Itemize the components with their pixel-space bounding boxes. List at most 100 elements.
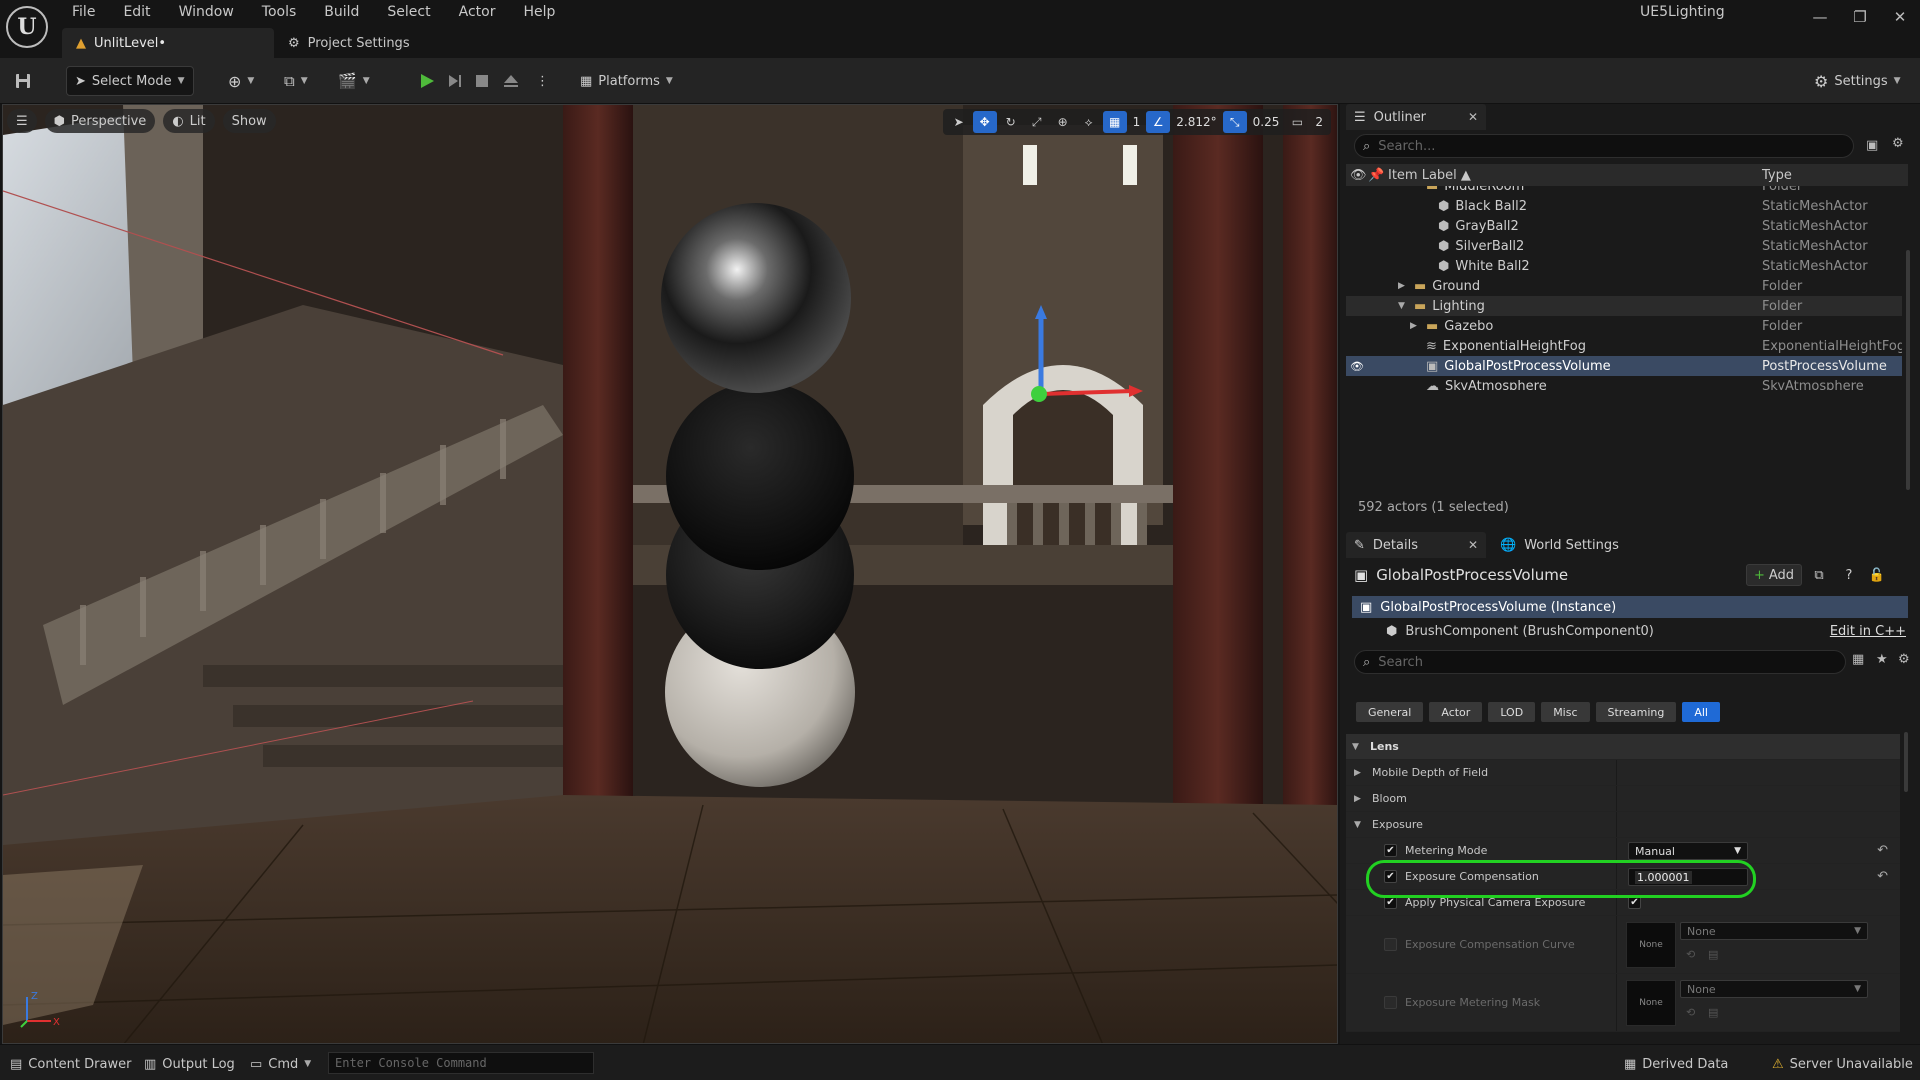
angle-snap-value[interactable]: 2.812°	[1172, 115, 1220, 129]
camera-speed-icon[interactable]: ▭	[1285, 111, 1309, 133]
browse-arrow-icon[interactable]: ⟲	[1686, 1006, 1695, 1019]
perspective-button[interactable]: ⬢ Perspective	[44, 109, 156, 133]
filter-lod[interactable]: LOD	[1488, 702, 1536, 722]
table-view-icon[interactable]: ▦	[1852, 652, 1864, 667]
viewport-menu-button[interactable]: ☰	[7, 109, 37, 133]
output-log-button[interactable]: ▥ Output Log	[144, 1053, 235, 1075]
exposure-curve-dropdown[interactable]: None ▼	[1680, 922, 1868, 940]
section-mobile-dof[interactable]: ▶ Mobile Depth of Field	[1346, 760, 1900, 786]
reset-to-default-icon[interactable]: ↶	[1877, 843, 1888, 858]
tab-outliner[interactable]: ☰ Outliner ✕	[1346, 104, 1486, 130]
metering-mask-dropdown[interactable]: None ▼	[1680, 980, 1868, 998]
filter-misc[interactable]: Misc	[1541, 702, 1590, 722]
restore-icon[interactable]: ❐	[1840, 0, 1880, 34]
menu-tools[interactable]: Tools	[248, 2, 311, 22]
section-exposure[interactable]: ▼ Exposure	[1346, 812, 1900, 838]
angle-snap-icon[interactable]: ∠	[1146, 111, 1171, 133]
outliner-row[interactable]: ▶ ▬ Gazebo Folder	[1346, 316, 1902, 336]
outliner-row[interactable]: ⬢ GrayBall2 StaticMeshActor	[1346, 216, 1902, 236]
grid-snap-icon[interactable]: ▦	[1102, 111, 1127, 133]
exposure-compensation-checkbox[interactable]: ✔	[1384, 870, 1397, 883]
filter-all[interactable]: All	[1682, 702, 1720, 722]
exposure-curve-checkbox[interactable]	[1384, 938, 1397, 951]
metering-mode-checkbox[interactable]: ✔	[1384, 844, 1397, 857]
console-command-input[interactable]: Enter Console Command	[328, 1052, 594, 1074]
favorites-star-icon[interactable]: ★	[1876, 652, 1888, 667]
metering-mask-thumbnail[interactable]: None	[1626, 980, 1676, 1026]
close-icon[interactable]: ✕	[1468, 538, 1478, 552]
exposure-compensation-input[interactable]: 1.000001	[1628, 868, 1748, 886]
new-folder-icon[interactable]: ▣	[1866, 138, 1878, 153]
col-type[interactable]: Type	[1762, 168, 1792, 183]
cmd-dropdown[interactable]: ▭ Cmd ▼	[250, 1053, 311, 1075]
blueprint-button[interactable]: ⧉ ▼	[284, 66, 308, 96]
reset-to-default-icon[interactable]: ↶	[1877, 869, 1888, 884]
apply-physical-value-checkbox[interactable]: ✔	[1628, 896, 1641, 909]
outliner-row[interactable]: ▼ ▬ Lighting Folder	[1346, 296, 1902, 316]
menu-help[interactable]: Help	[509, 2, 569, 22]
play-button[interactable]	[418, 66, 436, 96]
metering-mode-dropdown[interactable]: Manual ▼	[1628, 842, 1748, 860]
stop-button[interactable]	[474, 66, 490, 96]
play-options-icon[interactable]: ⋮	[536, 66, 549, 96]
menu-window[interactable]: Window	[165, 2, 248, 22]
chevron-down-icon[interactable]: ▼	[1398, 301, 1408, 311]
save-icon[interactable]	[14, 66, 32, 96]
content-drawer-button[interactable]: ▤ Content Drawer	[10, 1053, 131, 1075]
scale-icon[interactable]: ⤢	[1025, 111, 1049, 133]
scale-snap-value[interactable]: 0.25	[1249, 115, 1284, 129]
tab-unlit-level[interactable]: ▲ UnlitLevel•	[62, 28, 274, 58]
camera-speed-value[interactable]: 2	[1311, 115, 1327, 129]
minimize-icon[interactable]: —	[1800, 0, 1840, 34]
outliner-row[interactable]: ≋ ExponentialHeightFog ExponentialHeightFo…	[1346, 336, 1902, 356]
component-instance-row[interactable]: ▣ GlobalPostProcessVolume (Instance)	[1352, 596, 1908, 618]
grid-snap-value[interactable]: 1	[1129, 115, 1145, 129]
tab-details[interactable]: ✎ Details ✕	[1346, 532, 1486, 558]
details-settings-icon[interactable]: ⚙	[1898, 652, 1910, 667]
outliner-row[interactable]: 👁 ▣ GlobalPostProcessVolume PostProcessVolu…	[1346, 356, 1902, 376]
lock-icon[interactable]: 🔓	[1866, 564, 1888, 586]
outliner-row[interactable]: ⬢ SilverBall2 StaticMeshActor	[1346, 236, 1902, 256]
menu-file[interactable]: File	[58, 2, 109, 22]
scene-render[interactable]	[3, 105, 1338, 1044]
outliner-scrollbar[interactable]	[1906, 250, 1910, 490]
level-viewport[interactable]: ☰ ⬢ Perspective ◐ Lit Show ➤ ✥ ↻ ⤢ ⊕ ⟡ ▦…	[2, 104, 1338, 1044]
advance-frame-button[interactable]	[446, 66, 464, 96]
close-icon[interactable]: ✕	[1880, 0, 1920, 34]
translate-icon[interactable]: ✥	[972, 111, 997, 133]
col-item-label[interactable]: Item Label ▲	[1388, 168, 1762, 183]
section-lens[interactable]: ▼ Lens	[1346, 734, 1900, 760]
tab-world-settings[interactable]: 🌐 World Settings	[1492, 532, 1627, 558]
close-icon[interactable]: ✕	[1468, 110, 1478, 124]
select-arrow-icon[interactable]: ➤	[947, 111, 971, 133]
derived-data-button[interactable]: ▦ Derived Data	[1624, 1053, 1728, 1075]
edit-in-cpp-link[interactable]: Edit in C++	[1830, 624, 1906, 639]
filter-general[interactable]: General	[1356, 702, 1424, 722]
menu-actor[interactable]: Actor	[445, 2, 510, 22]
menu-build[interactable]: Build	[310, 2, 373, 22]
scale-snap-icon[interactable]: ⤡	[1222, 111, 1247, 133]
lit-button[interactable]: ◐ Lit	[163, 109, 215, 133]
menu-select[interactable]: Select	[373, 2, 444, 22]
platforms-dropdown[interactable]: ▦ Platforms ▼	[580, 66, 673, 96]
outliner-search-input[interactable]: ⌕ Search...	[1354, 134, 1854, 158]
add-content-button[interactable]: ⊕ ▼	[228, 66, 254, 96]
outliner-row[interactable]: ⬢ Black Ball2 StaticMeshActor	[1346, 196, 1902, 216]
visibility-eye-icon[interactable]: 👁	[1350, 360, 1364, 373]
browse-arrow-icon[interactable]: ⟲	[1686, 948, 1695, 961]
exposure-curve-thumbnail[interactable]: None	[1626, 922, 1676, 968]
source-control-button[interactable]: ⚠ Server Unavailable	[1772, 1053, 1913, 1075]
chevron-right-icon[interactable]: ▶	[1410, 321, 1420, 331]
help-icon[interactable]: ?	[1838, 564, 1860, 586]
browse-folder-icon[interactable]: ▤	[1708, 1006, 1718, 1019]
chevron-right-icon[interactable]: ▶	[1398, 281, 1408, 291]
details-search-input[interactable]: ⌕ Search	[1354, 650, 1846, 674]
show-button[interactable]: Show	[222, 109, 276, 133]
filter-streaming[interactable]: Streaming	[1595, 702, 1677, 722]
outliner-settings-icon[interactable]: ⚙	[1892, 136, 1904, 151]
outliner-row[interactable]: ⬢ White Ball2 StaticMeshActor	[1346, 256, 1902, 276]
filter-actor[interactable]: Actor	[1429, 702, 1483, 722]
add-component-button[interactable]: + Add	[1746, 564, 1802, 586]
outliner-row[interactable]: ☁ SkyAtmosphere SkyAtmosphere	[1346, 376, 1902, 391]
outliner-row[interactable]: ▶ ▬ Ground Folder	[1346, 276, 1902, 296]
